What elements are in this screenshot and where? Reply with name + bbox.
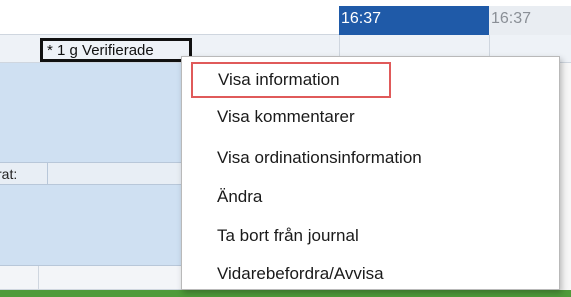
menu-item-visa-ordinationsinformation[interactable]: Visa ordinationsinformation [182, 140, 559, 176]
grid-right-area [560, 63, 571, 290]
context-menu: Visa information Visa kommentarer Visa o… [181, 56, 560, 290]
menu-item-visa-information[interactable]: Visa information [191, 62, 391, 98]
verified-dose-cell[interactable]: * 1 g Verifierade [40, 38, 192, 62]
time-column-header-active[interactable]: 16:37 [339, 6, 489, 35]
grid-header-left [0, 0, 339, 35]
menu-item-vidarebefordra-avvisa[interactable]: Vidarebefordra/Avvisa [182, 256, 559, 292]
menu-item-andra[interactable]: Ändra [182, 179, 559, 215]
time-column-header-inactive[interactable]: 16:37 [489, 6, 571, 35]
menu-item-ta-bort-fran-journal[interactable]: Ta bort från journal [182, 218, 559, 254]
column-divider [38, 266, 39, 290]
row-label-cell: rat: [0, 163, 48, 185]
menu-item-visa-kommentarer[interactable]: Visa kommentarer [182, 99, 559, 135]
